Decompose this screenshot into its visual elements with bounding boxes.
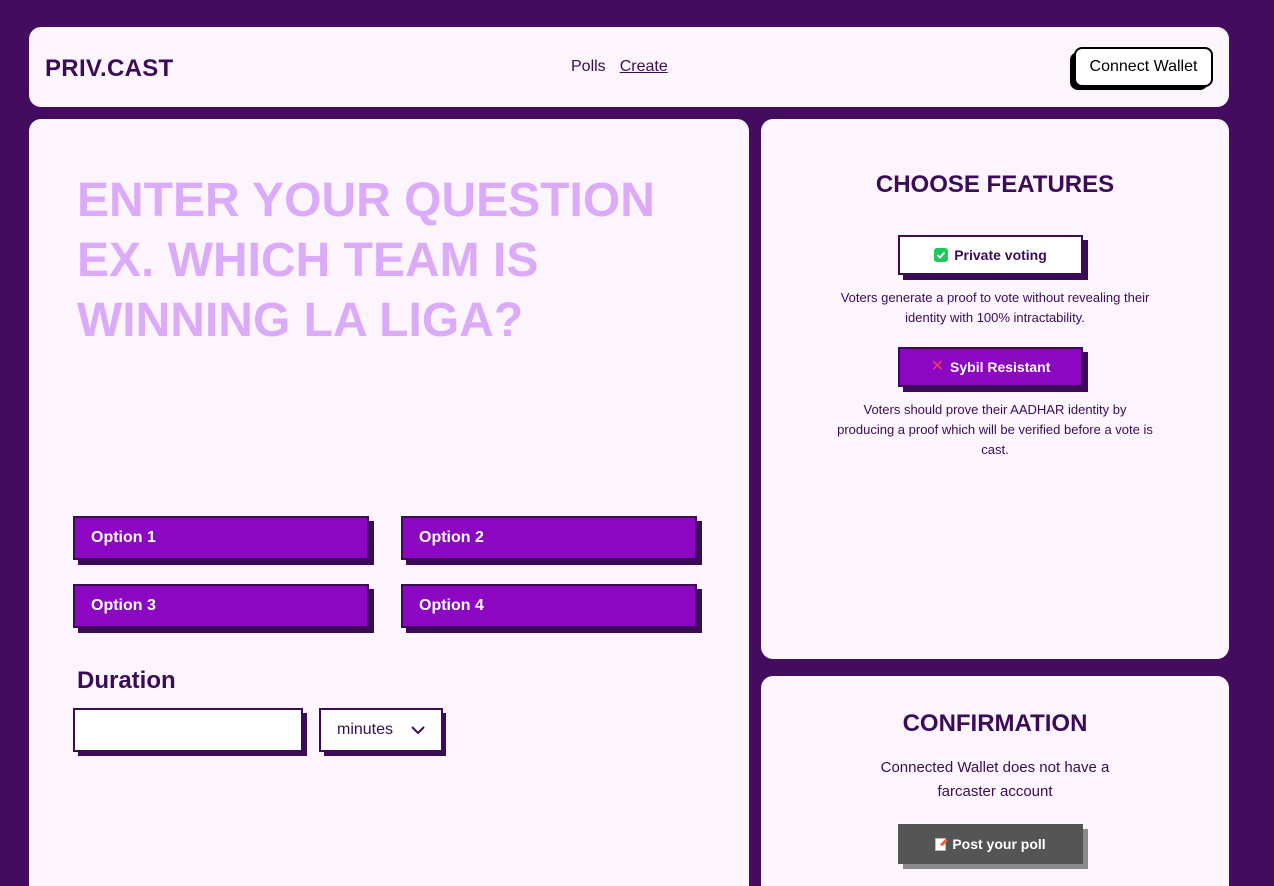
check-icon [934, 248, 949, 262]
features-panel: CHOOSE FEATURES Private voting Voters ge… [761, 119, 1229, 659]
sybil-resistant-label: Sybil Resistant [950, 359, 1051, 375]
sybil-resistant-description: Voters should prove their AADHAR identit… [837, 402, 1153, 457]
duration-unit-container: minutes [319, 708, 446, 756]
post-poll-container: Post your poll [898, 824, 1088, 869]
feature-private-voting: Private voting [898, 235, 1088, 280]
nav-link-polls[interactable]: Polls [571, 58, 606, 76]
option-field-1: Option 1 [73, 516, 374, 565]
private-voting-description: Voters generate a proof to vote without … [840, 290, 1150, 325]
nav-link-create[interactable]: Create [620, 58, 668, 76]
connect-wallet-container: Connect Wallet [1070, 47, 1213, 92]
private-voting-label: Private voting [954, 247, 1047, 263]
option-input-4[interactable]: Option 4 [401, 584, 697, 628]
connect-wallet-button[interactable]: Connect Wallet [1074, 47, 1213, 87]
nav-links: Polls Create [571, 58, 668, 76]
duration-input[interactable] [73, 708, 303, 752]
memo-icon [935, 837, 947, 851]
feature-sybil-resistant: ✕ Sybil Resistant [898, 347, 1088, 392]
cross-icon: ✕ [930, 358, 945, 375]
duration-unit-select[interactable]: minutes [319, 708, 443, 752]
option-field-4: Option 4 [401, 584, 702, 633]
confirmation-title: CONFIRMATION [902, 710, 1088, 737]
private-voting-toggle[interactable]: Private voting [898, 235, 1083, 275]
option-input-1[interactable]: Option 1 [73, 516, 369, 560]
duration-label: Duration [77, 667, 176, 694]
duration-unit-value: minutes [337, 721, 394, 738]
top-navbar: PRIV.CAST Polls Create Connect Wallet [29, 27, 1229, 107]
option-field-2: Option 2 [401, 516, 702, 565]
create-poll-panel: ENTER YOUR QUESTION EX. WHICH TEAM IS WI… [29, 119, 749, 886]
duration-input-container [73, 708, 307, 756]
features-title: CHOOSE FEATURES [875, 171, 1115, 198]
sybil-resistant-toggle[interactable]: ✕ Sybil Resistant [898, 347, 1083, 387]
logo[interactable]: PRIV.CAST [45, 55, 174, 83]
confirmation-message: Connected Wallet does not have a farcast… [880, 759, 1110, 800]
option-input-2[interactable]: Option 2 [401, 516, 697, 560]
confirmation-panel: CONFIRMATION Connected Wallet does not h… [761, 676, 1229, 886]
option-input-3[interactable]: Option 3 [73, 584, 369, 628]
chevron-down-icon [411, 726, 425, 735]
option-field-3: Option 3 [73, 584, 374, 633]
post-poll-button[interactable]: Post your poll [898, 824, 1083, 864]
post-poll-label: Post your poll [952, 836, 1046, 852]
question-input[interactable]: ENTER YOUR QUESTION EX. WHICH TEAM IS WI… [77, 171, 677, 351]
